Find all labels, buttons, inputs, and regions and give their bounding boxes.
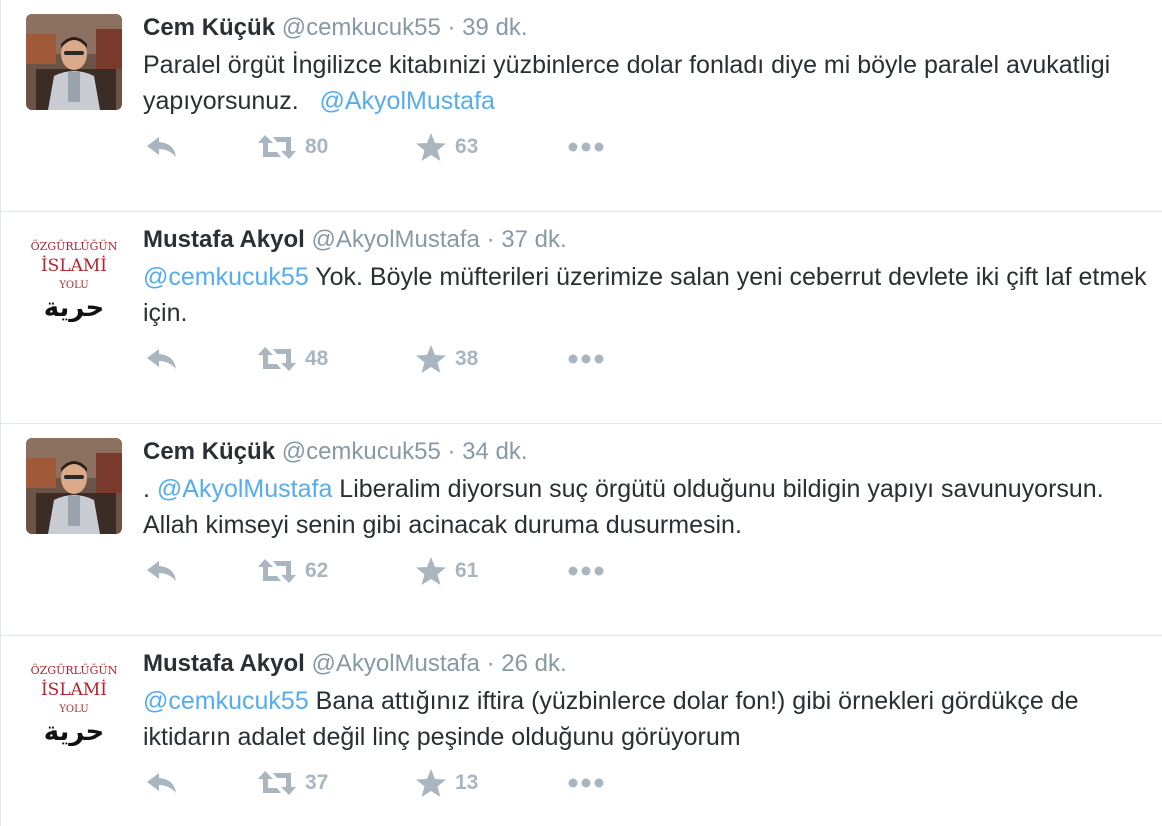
tweet-text-before: . (143, 475, 157, 503)
author-username[interactable]: @AkyolMustafa (311, 650, 479, 677)
timeline: Cem Küçük @cemkucuk55 · 39 dk. Paralel ö… (0, 0, 1162, 826)
tweet-header: Cem Küçük @cemkucuk55 · 34 dk. (143, 436, 528, 468)
book-title-line3: YOLU (58, 280, 88, 291)
tweet-header: Cem Küçük @cemkucuk55 · 39 dk. (143, 12, 528, 44)
avatar[interactable]: ÖZGÜRLÜĞÜN İSLAMİ YOLU حرية (26, 650, 122, 746)
author-fullname[interactable]: Cem Küçük (143, 14, 275, 41)
separator-dot: · (486, 650, 495, 677)
star-icon (416, 557, 446, 585)
tweet-timestamp[interactable]: 37 dk. (501, 226, 566, 253)
more-dots-icon (568, 566, 604, 576)
avatar[interactable] (26, 14, 122, 110)
reply-button[interactable] (145, 554, 179, 588)
reply-arrow-icon (147, 137, 176, 157)
retweet-button[interactable]: 37 (257, 766, 328, 800)
tweet-actions: 80 63 (143, 130, 743, 164)
favorite-button[interactable]: 61 (415, 554, 478, 588)
mention-link[interactable]: @AkyolMustafa (319, 87, 494, 115)
tweet-actions: 37 13 (143, 766, 743, 800)
favorite-count: 61 (455, 559, 479, 582)
favorite-count: 13 (455, 771, 479, 794)
more-button[interactable] (567, 342, 607, 376)
tweet-header: Mustafa Akyol @AkyolMustafa · 37 dk. (143, 224, 567, 256)
more-button[interactable] (567, 130, 607, 164)
star-icon (416, 345, 446, 373)
mention-link[interactable]: @AkyolMustafa (157, 475, 332, 503)
tweet-text: @cemkucuk55 Yok. Böyle müfterileri üzeri… (143, 259, 1153, 331)
author-username[interactable]: @cemkucuk55 (282, 14, 441, 41)
more-dots-icon (568, 142, 604, 152)
tweet-timestamp[interactable]: 34 dk. (462, 438, 527, 465)
author-username[interactable]: @AkyolMustafa (311, 226, 479, 253)
book-title-line3: YOLU (58, 704, 88, 715)
reply-arrow-icon (147, 349, 176, 369)
book-title-line2: İSLAMİ (41, 255, 107, 276)
retweet-button[interactable]: 48 (257, 342, 328, 376)
tweet-actions: 62 61 (143, 554, 743, 588)
tweet-actions: 48 38 (143, 342, 743, 376)
reply-button[interactable] (145, 342, 179, 376)
retweet-count: 62 (305, 559, 329, 582)
favorite-count: 63 (455, 135, 479, 158)
mention-link[interactable]: @cemkucuk55 (143, 263, 309, 291)
more-dots-icon (568, 778, 604, 788)
reply-button[interactable] (145, 130, 179, 164)
separator-dot: · (447, 438, 456, 465)
star-icon (416, 769, 446, 797)
tweet-header: Mustafa Akyol @AkyolMustafa · 26 dk. (143, 648, 567, 680)
retweet-icon (258, 771, 296, 795)
mention-link[interactable]: @cemkucuk55 (143, 687, 309, 715)
book-cover-avatar: ÖZGÜRLÜĞÜN İSLAMİ YOLU حرية (26, 226, 122, 322)
star-icon (416, 133, 446, 161)
avatar[interactable]: ÖZGÜRLÜĞÜN İSLAMİ YOLU حرية (26, 226, 122, 322)
profile-photo (26, 14, 122, 110)
retweet-icon (258, 559, 296, 583)
tweet-timestamp[interactable]: 39 dk. (462, 14, 527, 41)
book-title-line1: ÖZGÜRLÜĞÜN (31, 239, 118, 253)
more-dots-icon (568, 354, 604, 364)
book-arabic-title: حرية (44, 293, 104, 322)
reply-arrow-icon (147, 773, 176, 793)
reply-button[interactable] (145, 766, 179, 800)
tweet-text: . @AkyolMustafa Liberalim diyorsun suç ö… (143, 471, 1153, 543)
retweet-icon (258, 135, 296, 159)
reply-arrow-icon (147, 561, 176, 581)
tweet[interactable]: Cem Küçük @cemkucuk55 · 39 dk. Paralel ö… (1, 0, 1162, 212)
favorite-count: 38 (455, 347, 479, 370)
author-fullname[interactable]: Mustafa Akyol (143, 226, 305, 253)
favorite-button[interactable]: 13 (415, 766, 478, 800)
retweet-count: 37 (305, 771, 329, 794)
favorite-button[interactable]: 38 (415, 342, 478, 376)
more-button[interactable] (567, 766, 607, 800)
author-fullname[interactable]: Mustafa Akyol (143, 650, 305, 677)
tweet[interactable]: ÖZGÜRLÜĞÜN İSLAMİ YOLU حرية Mustafa Akyo… (1, 212, 1162, 424)
book-arabic-title: حرية (44, 717, 104, 746)
book-title-line2: İSLAMİ (41, 679, 107, 700)
profile-photo (26, 438, 122, 534)
book-title-line1: ÖZGÜRLÜĞÜN (31, 663, 118, 677)
tweet[interactable]: Cem Küçük @cemkucuk55 · 34 dk. . @AkyolM… (1, 424, 1162, 636)
tweet-text: Paralel örgüt İngilizce kitabınizi yüzbi… (143, 47, 1153, 119)
retweet-count: 48 (305, 347, 329, 370)
tweet-text: @cemkucuk55 Bana attığınız iftira (yüzbi… (143, 683, 1153, 755)
tweet[interactable]: ÖZGÜRLÜĞÜN İSLAMİ YOLU حرية Mustafa Akyo… (1, 636, 1162, 826)
retweet-icon (258, 347, 296, 371)
tweet-text-before: Paralel örgüt İngilizce kitabınizi yüzbi… (143, 51, 1111, 115)
favorite-button[interactable]: 63 (415, 130, 478, 164)
avatar[interactable] (26, 438, 122, 534)
book-cover-avatar: ÖZGÜRLÜĞÜN İSLAMİ YOLU حرية (26, 650, 122, 746)
author-username[interactable]: @cemkucuk55 (282, 438, 441, 465)
author-fullname[interactable]: Cem Küçük (143, 438, 275, 465)
retweet-count: 80 (305, 135, 329, 158)
retweet-button[interactable]: 62 (257, 554, 328, 588)
more-button[interactable] (567, 554, 607, 588)
separator-dot: · (447, 14, 456, 41)
separator-dot: · (486, 226, 495, 253)
tweet-timestamp[interactable]: 26 dk. (501, 650, 566, 677)
retweet-button[interactable]: 80 (257, 130, 328, 164)
